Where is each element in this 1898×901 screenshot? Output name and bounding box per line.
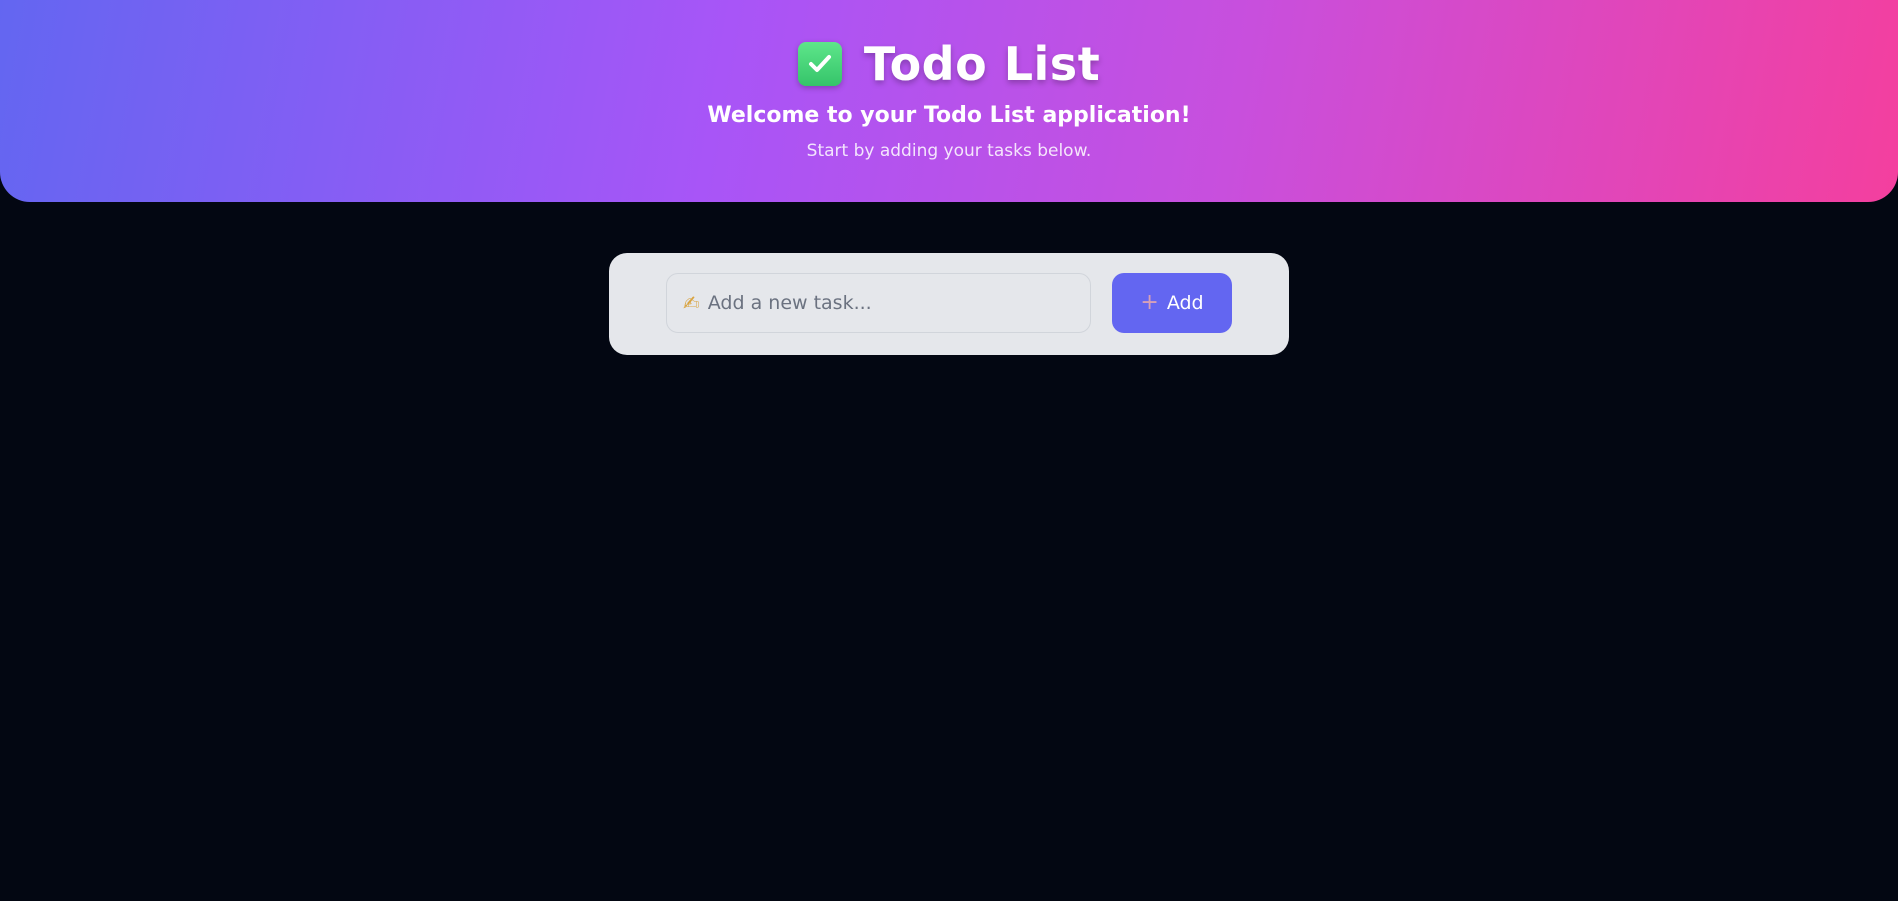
- subtitle-text: Start by adding your tasks below.: [806, 141, 1092, 161]
- writing-hand-icon: ✍: [683, 291, 700, 315]
- add-button-label: Add: [1166, 292, 1204, 314]
- add-task-card: ✍ + Add: [609, 253, 1289, 355]
- plus-icon: +: [1140, 290, 1159, 315]
- title-row: Todo List: [0, 36, 1898, 92]
- page-header: Todo List Welcome to your Todo List appl…: [0, 0, 1898, 202]
- add-task-button[interactable]: + Add: [1112, 273, 1232, 333]
- welcome-text: Welcome to your Todo List application!: [707, 103, 1191, 128]
- check-mark-icon: [797, 42, 842, 86]
- task-input-wrapper[interactable]: ✍: [666, 273, 1091, 333]
- page-title: Todo List: [863, 37, 1101, 91]
- task-input[interactable]: [705, 291, 1070, 315]
